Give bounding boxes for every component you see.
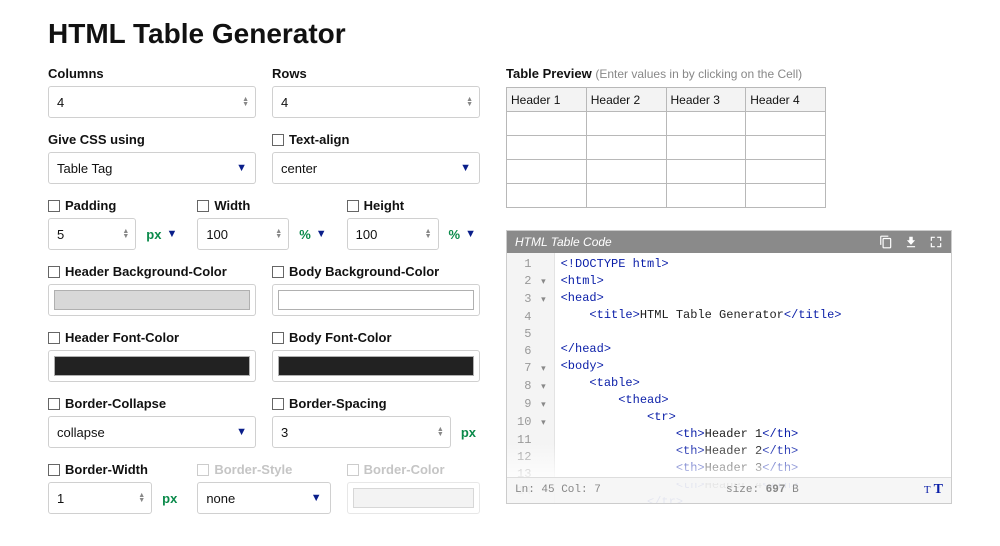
chevron-down-icon: ▼ xyxy=(460,162,471,174)
stepper-icon[interactable]: ▲▼ xyxy=(437,427,444,437)
border-width-checkbox[interactable] xyxy=(48,464,60,476)
table-cell[interactable] xyxy=(507,184,587,208)
padding-input[interactable]: 5 ▲▼ xyxy=(48,218,136,250)
body-bg-checkbox[interactable] xyxy=(272,266,284,278)
body-font-label: Body Font-Color xyxy=(272,330,480,345)
border-color-checkbox[interactable] xyxy=(347,464,359,476)
padding-label: Padding xyxy=(48,198,181,213)
table-cell[interactable] xyxy=(666,112,746,136)
border-collapse-select[interactable]: collapse ▼ xyxy=(48,416,256,448)
border-spacing-checkbox[interactable] xyxy=(272,398,284,410)
rows-label: Rows xyxy=(272,66,480,81)
table-cell[interactable] xyxy=(666,160,746,184)
stepper-icon[interactable]: ▲▼ xyxy=(466,97,473,107)
code-panel: HTML Table Code 1 2 ▾3 ▾4 5 6 7 ▾8 ▾9 ▾1… xyxy=(506,230,952,504)
preview-heading: Table Preview (Enter values in by clicki… xyxy=(506,66,952,81)
chevron-down-icon: ▼ xyxy=(236,162,247,174)
table-cell[interactable] xyxy=(586,184,666,208)
page-title: HTML Table Generator xyxy=(48,18,952,50)
copy-icon[interactable] xyxy=(879,235,893,249)
table-preview[interactable]: Header 1Header 2Header 3Header 4 xyxy=(506,87,826,208)
text-align-select[interactable]: center ▼ xyxy=(272,152,480,184)
border-color-swatch[interactable] xyxy=(347,482,480,514)
border-style-label: Border-Style xyxy=(197,462,330,477)
table-cell[interactable] xyxy=(586,160,666,184)
body-font-color[interactable] xyxy=(272,350,480,382)
text-align-checkbox[interactable] xyxy=(272,134,284,146)
border-style-checkbox[interactable] xyxy=(197,464,209,476)
border-style-select[interactable]: none ▼ xyxy=(197,482,330,514)
table-cell[interactable] xyxy=(586,112,666,136)
text-align-label: Text-align xyxy=(272,132,480,147)
border-spacing-label: Border-Spacing xyxy=(272,396,480,411)
stepper-icon[interactable]: ▲▼ xyxy=(275,229,282,239)
columns-input[interactable]: 4 ▲▼ xyxy=(48,86,256,118)
header-font-label: Header Font-Color xyxy=(48,330,256,345)
border-collapse-label: Border-Collapse xyxy=(48,396,256,411)
body-font-checkbox[interactable] xyxy=(272,332,284,344)
header-bg-checkbox[interactable] xyxy=(48,266,60,278)
header-bg-label: Header Background-Color xyxy=(48,264,256,279)
table-header-cell[interactable]: Header 1 xyxy=(507,88,587,112)
table-header-cell[interactable]: Header 2 xyxy=(586,88,666,112)
stepper-icon[interactable]: ▲▼ xyxy=(122,229,129,239)
width-checkbox[interactable] xyxy=(197,200,209,212)
table-cell[interactable] xyxy=(507,160,587,184)
table-header-cell[interactable]: Header 4 xyxy=(746,88,826,112)
code-panel-title: HTML Table Code xyxy=(515,235,612,249)
chevron-down-icon: ▼ xyxy=(465,228,476,240)
table-cell[interactable] xyxy=(746,112,826,136)
table-cell[interactable] xyxy=(507,112,587,136)
border-width-label: Border-Width xyxy=(48,462,181,477)
stepper-icon[interactable]: ▲▼ xyxy=(138,493,145,503)
form-panel: Columns 4 ▲▼ Rows 4 ▲▼ Give CSS using Ta… xyxy=(48,66,480,528)
table-cell[interactable] xyxy=(666,136,746,160)
body-bg-label: Body Background-Color xyxy=(272,264,480,279)
chevron-down-icon: ▼ xyxy=(311,492,322,504)
stepper-icon[interactable]: ▲▼ xyxy=(242,97,249,107)
chevron-down-icon: ▼ xyxy=(236,426,247,438)
expand-icon[interactable] xyxy=(929,235,943,249)
table-cell[interactable] xyxy=(507,136,587,160)
padding-unit-select[interactable]: px ▼ xyxy=(142,218,181,250)
body-bg-color[interactable] xyxy=(272,284,480,316)
header-font-checkbox[interactable] xyxy=(48,332,60,344)
border-color-label: Border-Color xyxy=(347,462,480,477)
css-using-select[interactable]: Table Tag ▼ xyxy=(48,152,256,184)
download-icon[interactable] xyxy=(903,235,919,249)
stepper-icon[interactable]: ▲▼ xyxy=(425,229,432,239)
table-cell[interactable] xyxy=(746,136,826,160)
code-status-bar: Ln: 45 Col: 7 size: 697 B TT xyxy=(507,477,951,503)
border-width-input[interactable]: 1 ▲▼ xyxy=(48,482,152,514)
padding-checkbox[interactable] xyxy=(48,200,60,212)
width-input[interactable]: 100 ▲▼ xyxy=(197,218,289,250)
chevron-down-icon: ▼ xyxy=(166,228,177,240)
columns-label: Columns xyxy=(48,66,256,81)
border-collapse-checkbox[interactable] xyxy=(48,398,60,410)
height-unit-select[interactable]: % ▼ xyxy=(445,218,480,250)
border-spacing-input[interactable]: 3 ▲▼ xyxy=(272,416,451,448)
header-bg-color[interactable] xyxy=(48,284,256,316)
height-checkbox[interactable] xyxy=(347,200,359,212)
rows-input[interactable]: 4 ▲▼ xyxy=(272,86,480,118)
table-cell[interactable] xyxy=(586,136,666,160)
width-unit-select[interactable]: % ▼ xyxy=(295,218,330,250)
table-cell[interactable] xyxy=(746,184,826,208)
height-input[interactable]: 100 ▲▼ xyxy=(347,218,439,250)
table-cell[interactable] xyxy=(746,160,826,184)
css-using-label: Give CSS using xyxy=(48,132,256,147)
border-width-unit[interactable]: px xyxy=(158,482,181,514)
header-font-color[interactable] xyxy=(48,350,256,382)
table-cell[interactable] xyxy=(666,184,746,208)
chevron-down-icon: ▼ xyxy=(316,228,327,240)
border-spacing-unit[interactable]: px xyxy=(457,416,480,448)
width-label: Width xyxy=(197,198,330,213)
height-label: Height xyxy=(347,198,480,213)
code-editor[interactable]: 1 2 ▾3 ▾4 5 6 7 ▾8 ▾9 ▾10 ▾11 12 13 14 1… xyxy=(507,253,951,503)
table-header-cell[interactable]: Header 3 xyxy=(666,88,746,112)
